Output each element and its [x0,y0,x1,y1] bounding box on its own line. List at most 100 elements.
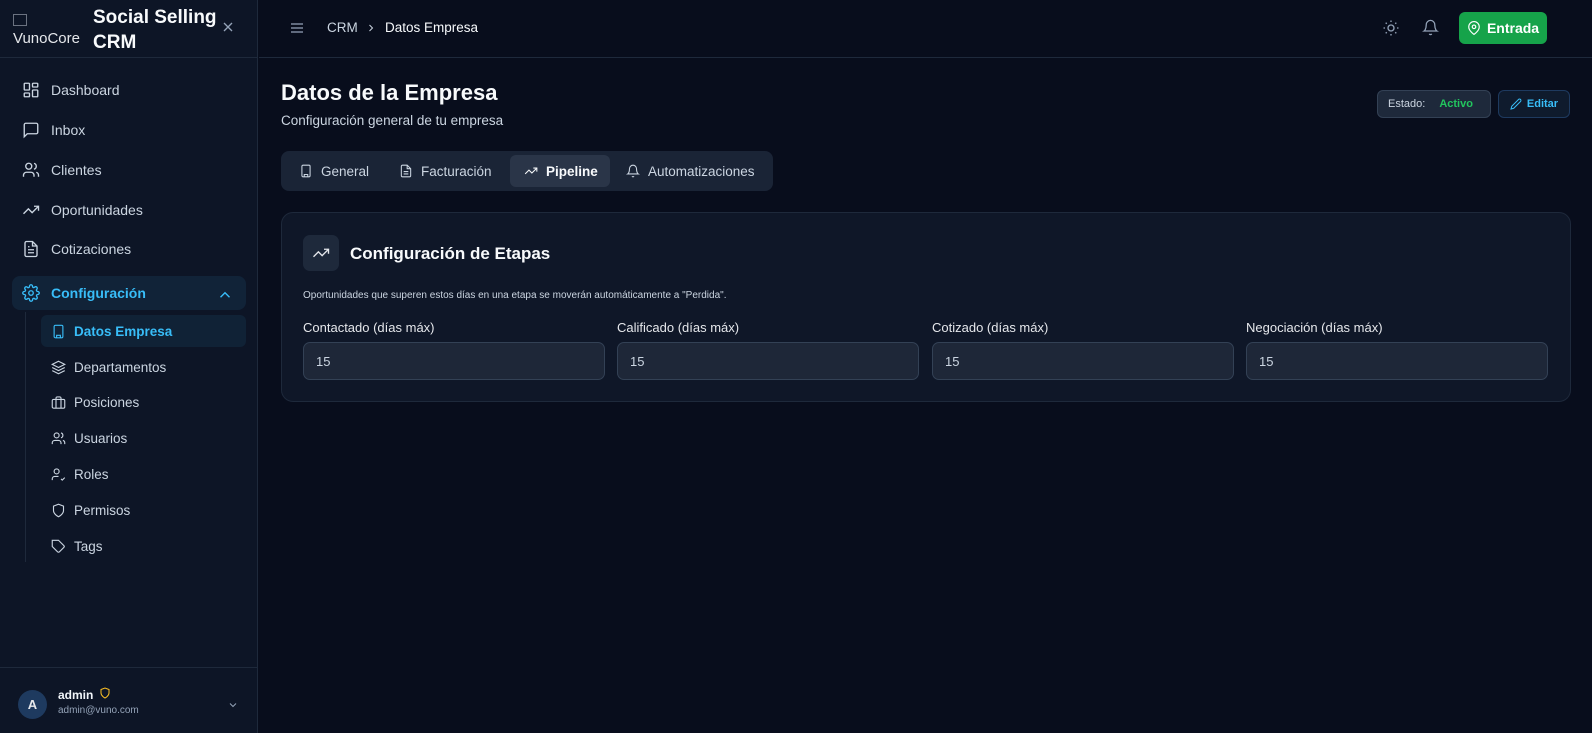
shield-icon [52,503,65,517]
close-icon[interactable] [220,19,236,35]
card-description: Oportunidades que superen estos días en … [303,290,727,301]
status-badge: Estado: Activo [1377,90,1491,118]
tab-label: Pipeline [546,163,598,179]
tab-label: Automatizaciones [648,163,755,179]
sidebar-subitem-label: Posiciones [74,394,140,410]
chevron-right-icon [369,24,374,32]
shield-icon [100,687,110,699]
tab-bar: General Facturación Pipeline Automatizac… [281,151,773,191]
edit-label: Editar [1526,98,1559,110]
sidebar-subitem-departamentos[interactable]: Departamentos [41,351,246,383]
file-icon [400,164,412,178]
sidebar-item-label: Inbox [51,122,86,138]
user-check-icon [51,467,66,481]
app-title: Social Selling CRM [93,7,217,53]
cotizado-input[interactable] [932,342,1234,380]
page-subtitle: Configuración general de tu empresa [281,113,504,128]
tab-general[interactable]: General [281,155,381,187]
breadcrumb-current: Datos Empresa [385,20,479,35]
field-label: Calificado (días máx) [617,320,740,335]
tab-automatizaciones[interactable]: Automatizaciones [608,155,767,187]
sidebar-item-configuracion[interactable]: Configuración [12,276,246,310]
logo: VunoCore [13,14,80,47]
calificado-input[interactable] [617,342,919,380]
pencil-icon [1510,98,1522,110]
trending-icon [23,205,40,215]
tab-facturacion[interactable]: Facturación [381,155,504,187]
users-icon [22,162,40,177]
field-negociacion: Negociación (días máx) [1246,320,1548,380]
tag-icon [51,539,65,553]
negociacion-input[interactable] [1246,342,1548,380]
menu-icon[interactable] [289,20,305,36]
sidebar-subitem-label: Roles [74,466,109,482]
tab-label: Facturación [421,163,492,179]
users-icon [51,431,66,444]
stages-config-card: Configuración de Etapas Oportunidades qu… [281,212,1571,402]
chevron-up-icon[interactable] [216,286,234,304]
card-icon-box [303,235,339,271]
file-icon [24,240,38,258]
broken-image-icon [13,14,27,26]
sidebar-subitem-roles[interactable]: Roles [41,458,246,490]
user-profile[interactable]: A admin admin@vuno.com [0,667,258,733]
avatar: A [18,690,47,719]
field-calificado: Calificado (días máx) [617,320,919,380]
status-label: Estado: [1388,98,1426,110]
field-cotizado: Cotizado (días máx) [932,320,1234,380]
submenu-guide-line [25,312,26,562]
sidebar-subitem-label: Datos Empresa [74,323,173,339]
user-name: admin [58,688,94,702]
field-contactado: Contactado (días máx) [303,320,605,380]
sidebar: VunoCore Social Selling CRM Dashboard In… [0,0,258,733]
sidebar-item-dashboard[interactable]: Dashboard [12,73,246,107]
sidebar-item-cotizaciones[interactable]: Cotizaciones [12,232,246,266]
tab-pipeline[interactable]: Pipeline [510,155,610,187]
trending-icon [313,248,330,258]
sidebar-item-label: Cotizaciones [51,241,132,257]
briefcase-icon [51,395,66,409]
layers-icon [51,360,66,374]
status-value: Activo [1439,98,1473,110]
sun-icon[interactable] [1382,19,1400,37]
building-icon [301,164,311,178]
sidebar-item-label: Configuración [51,285,146,301]
sidebar-subitem-posiciones[interactable]: Posiciones [41,386,246,418]
entrada-label: Entrada [1486,20,1540,36]
field-label: Contactado (días máx) [303,320,435,335]
top-bar: CRM Datos Empresa Entrada [259,0,1592,58]
bell-icon[interactable] [1422,19,1439,36]
sidebar-item-clientes[interactable]: Clientes [12,153,246,187]
map-pin-icon [1468,21,1480,35]
field-label: Negociación (días máx) [1246,320,1383,335]
card-title: Configuración de Etapas [350,244,551,263]
sidebar-subitem-usuarios[interactable]: Usuarios [41,422,246,454]
building-icon [53,324,64,338]
breadcrumb-root[interactable]: CRM [327,20,358,35]
contactado-input[interactable] [303,342,605,380]
sidebar-subitem-label: Departamentos [74,359,167,375]
trending-icon [524,167,538,175]
page-title: Datos de la Empresa [281,80,498,105]
brand-header: VunoCore Social Selling CRM [0,0,257,58]
sidebar-item-label: Clientes [51,162,102,178]
logo-alt-text: VunoCore [13,30,80,47]
inbox-icon [23,122,39,139]
gear-icon [22,284,40,302]
edit-button[interactable]: Editar [1498,90,1570,118]
chevron-down-icon[interactable] [227,699,239,711]
field-label: Cotizado (días máx) [932,320,1049,335]
user-email: admin@vuno.com [58,705,139,716]
sidebar-subitem-label: Permisos [74,502,131,518]
bell-icon [626,164,640,178]
sidebar-subitem-label: Usuarios [74,430,128,446]
sidebar-subitem-permisos[interactable]: Permisos [41,494,246,526]
sidebar-subitem-tags[interactable]: Tags [41,530,246,562]
entrada-button[interactable]: Entrada [1459,12,1547,44]
sidebar-item-oportunidades[interactable]: Oportunidades [12,193,246,227]
sidebar-subitem-label: Tags [74,538,103,554]
dashboard-icon [23,82,39,98]
sidebar-item-label: Dashboard [51,82,120,98]
sidebar-item-inbox[interactable]: Inbox [12,113,246,147]
sidebar-subitem-datos-empresa[interactable]: Datos Empresa [41,315,246,347]
